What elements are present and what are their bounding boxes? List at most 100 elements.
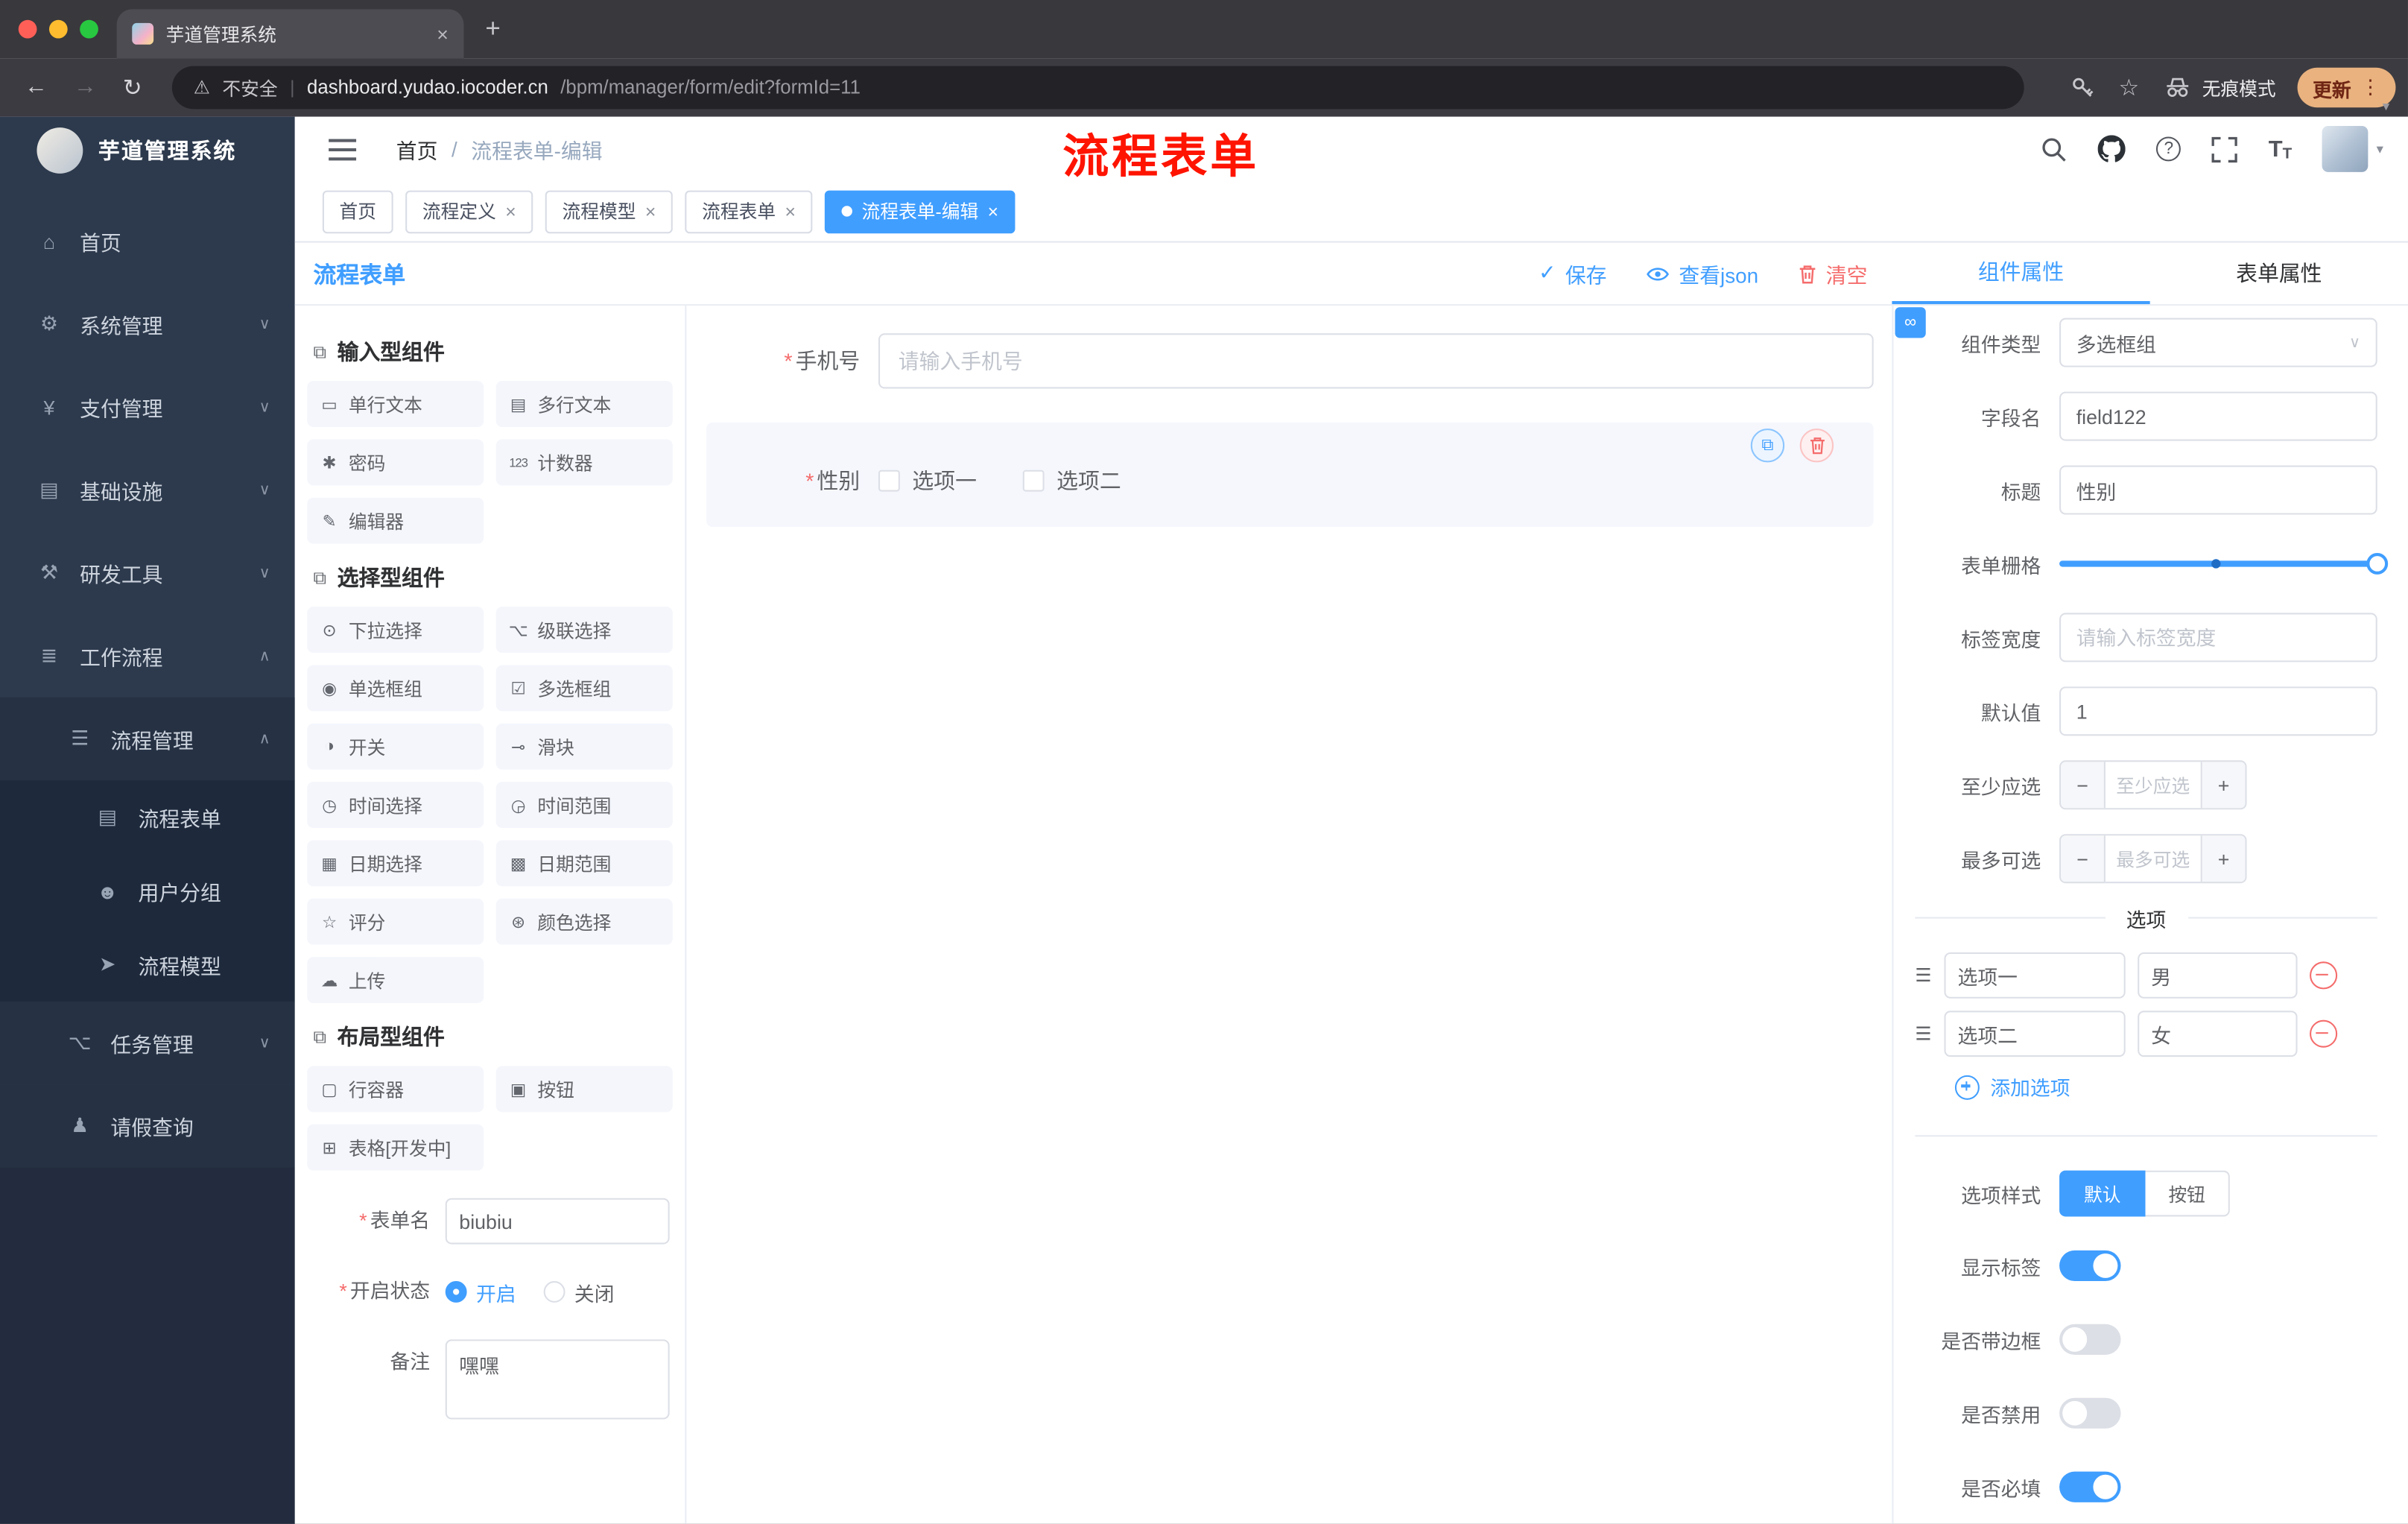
max-select-value[interactable]: 最多可选 [2103,835,2202,882]
minimize-window-button[interactable] [48,19,68,39]
option-label-input[interactable] [1943,1011,2126,1057]
browser-menu-dots-icon[interactable]: ⋮ [2360,75,2380,100]
sidebar-item-workflow[interactable]: ≣ 工作流程 ∧ [0,614,295,697]
decrease-button[interactable]: − [2061,762,2104,809]
help-icon[interactable]: ? [2156,136,2182,162]
tag-process-definition[interactable]: 流程定义 × [405,189,533,233]
delete-component-button[interactable] [1799,429,1834,463]
default-value-input[interactable] [2059,686,2377,736]
palette-item-counter[interactable]: 123 计数器 [495,439,673,486]
decrease-button[interactable]: − [2061,835,2104,882]
breadcrumb-home[interactable]: 首页 [396,133,438,164]
tab-form-props[interactable]: 表单属性 [2150,243,2408,304]
sidebar-item-process-model[interactable]: ➤ 流程模型 [0,927,295,1002]
bookmark-star-icon[interactable]: ☆ [2118,74,2139,101]
option-value-input[interactable] [2137,1011,2298,1057]
palette-item-slider[interactable]: ⊸ 滑块 [495,723,673,770]
save-button[interactable]: ✓ 保存 [1539,258,1606,288]
disabled-switch[interactable] [2059,1397,2121,1429]
palette-item-rate[interactable]: ☆ 评分 [307,898,484,945]
option-label-input[interactable] [1943,952,2126,999]
toolbar-chevron-icon[interactable]: ▾ [2383,98,2389,116]
form-canvas[interactable]: *手机号 ⧉ *性别 选项一 [688,306,1892,1524]
add-option-button[interactable]: 添加选项 [1954,1072,2377,1101]
sidebar-item-infra[interactable]: ▤ 基础设施 ∨ [0,449,295,531]
sidebar-item-task-mgmt[interactable]: ⌥ 任务管理 ∨ [0,1001,295,1085]
user-avatar[interactable]: ▾ [2322,126,2383,172]
option-value-input[interactable] [2137,952,2298,999]
remark-textarea[interactable]: 嘿嘿 [445,1339,670,1420]
tag-process-form[interactable]: 流程表单 × [685,189,813,233]
font-size-icon[interactable]: TT [2269,136,2292,162]
address-bar[interactable]: ⚠ 不安全 | dashboard.yudao.iocoder.cn /bpm/… [171,66,2024,110]
tag-process-model[interactable]: 流程模型 × [545,189,673,233]
sidebar-item-user-group[interactable]: ☻ 用户分组 [0,854,295,928]
checkbox-icon[interactable] [1022,469,1045,492]
zoom-window-button[interactable] [80,19,98,39]
clear-button[interactable]: 清空 [1799,258,1867,288]
collapse-sidebar-button[interactable] [329,137,357,160]
palette-item-switch[interactable]: ◑ 开关 [307,723,484,770]
sidebar-item-system[interactable]: ⚙ 系统管理 ∨ [0,282,295,365]
tag-process-form-edit[interactable]: 流程表单-编辑 × [825,189,1016,233]
palette-item-select[interactable]: ⊙ 下拉选择 [307,607,484,654]
key-icon[interactable] [2069,75,2094,100]
component-type-select[interactable]: 多选框组 ∨ [2059,317,2377,367]
palette-item-button[interactable]: ▣ 按钮 [495,1066,673,1113]
tab-close-icon[interactable]: × [437,22,449,45]
close-window-button[interactable] [18,19,37,39]
border-switch[interactable] [2059,1324,2121,1355]
status-on-radio[interactable]: 开启 [445,1277,516,1306]
form-name-input[interactable] [445,1198,670,1245]
tag-close-icon[interactable]: × [988,200,998,222]
tab-component-props[interactable]: 组件属性 [1892,243,2150,305]
palette-item-single-text[interactable]: ▭ 单行文本 [307,381,484,428]
required-switch[interactable] [2059,1471,2121,1502]
checkbox-option-2[interactable]: 选项二 [1022,466,1121,496]
new-tab-button[interactable]: + [485,14,500,45]
palette-item-radio-group[interactable]: ◉ 单选框组 [307,665,484,712]
sidebar-item-process-mgmt[interactable]: ☰ 流程管理 ∧ [0,697,295,781]
remove-option-button[interactable] [2309,961,2337,990]
fullscreen-icon[interactable] [2211,136,2238,162]
tag-close-icon[interactable]: × [645,200,656,222]
field-name-input[interactable] [2059,391,2377,441]
palette-item-editor[interactable]: ✎ 编辑器 [307,497,484,544]
copy-component-button[interactable]: ⧉ [1750,429,1785,463]
min-select-value[interactable]: 至少应选 [2103,762,2202,809]
palette-item-textarea[interactable]: ▤ 多行文本 [495,381,673,428]
palette-item-cascader[interactable]: ⌥ 级联选择 [495,607,673,654]
security-label[interactable]: 不安全 [222,75,277,101]
link-handle[interactable]: ∞ [1895,307,1926,338]
show-label-switch[interactable] [2059,1250,2121,1282]
palette-item-upload[interactable]: ☁ 上传 [307,957,484,1003]
tag-close-icon[interactable]: × [505,200,516,222]
update-button[interactable]: 更新 ⋮ [2297,67,2396,108]
browser-tab[interactable]: 芋道管理系统 × [116,9,464,59]
label-width-input[interactable] [2059,613,2377,663]
search-icon[interactable] [2041,136,2068,162]
sidebar-item-home[interactable]: ⌂ 首页 [0,200,295,282]
palette-item-time-picker[interactable]: ◷ 时间选择 [307,782,484,828]
increase-button[interactable]: + [2202,835,2246,882]
reload-button[interactable]: ↻ [123,74,142,101]
drag-handle-icon[interactable]: ☰ [1915,964,1931,986]
palette-item-checkbox-group[interactable]: ☑ 多选框组 [495,665,673,712]
drag-handle-icon[interactable]: ☰ [1915,1023,1931,1045]
palette-item-table[interactable]: ⊞ 表格[开发中] [307,1124,484,1171]
github-icon[interactable] [2097,135,2126,162]
palette-item-time-range[interactable]: ◶ 时间范围 [495,782,673,828]
style-button-button[interactable]: 按钮 [2145,1170,2230,1217]
canvas-field-phone[interactable]: * 手机号 [706,333,1874,389]
title-input[interactable] [2059,465,2377,515]
sidebar-item-leave-query[interactable]: ♟ 请假查询 [0,1084,295,1168]
remove-option-button[interactable] [2309,1019,2337,1048]
phone-input[interactable] [878,333,1874,389]
checkbox-icon[interactable] [878,469,900,492]
forward-button[interactable]: → [74,74,97,100]
increase-button[interactable]: + [2202,762,2246,809]
tag-close-icon[interactable]: × [785,200,795,222]
form-grid-slider[interactable] [2059,553,2389,575]
slider-handle[interactable] [2366,553,2389,575]
palette-item-color-picker[interactable]: ⊛ 颜色选择 [495,898,673,945]
